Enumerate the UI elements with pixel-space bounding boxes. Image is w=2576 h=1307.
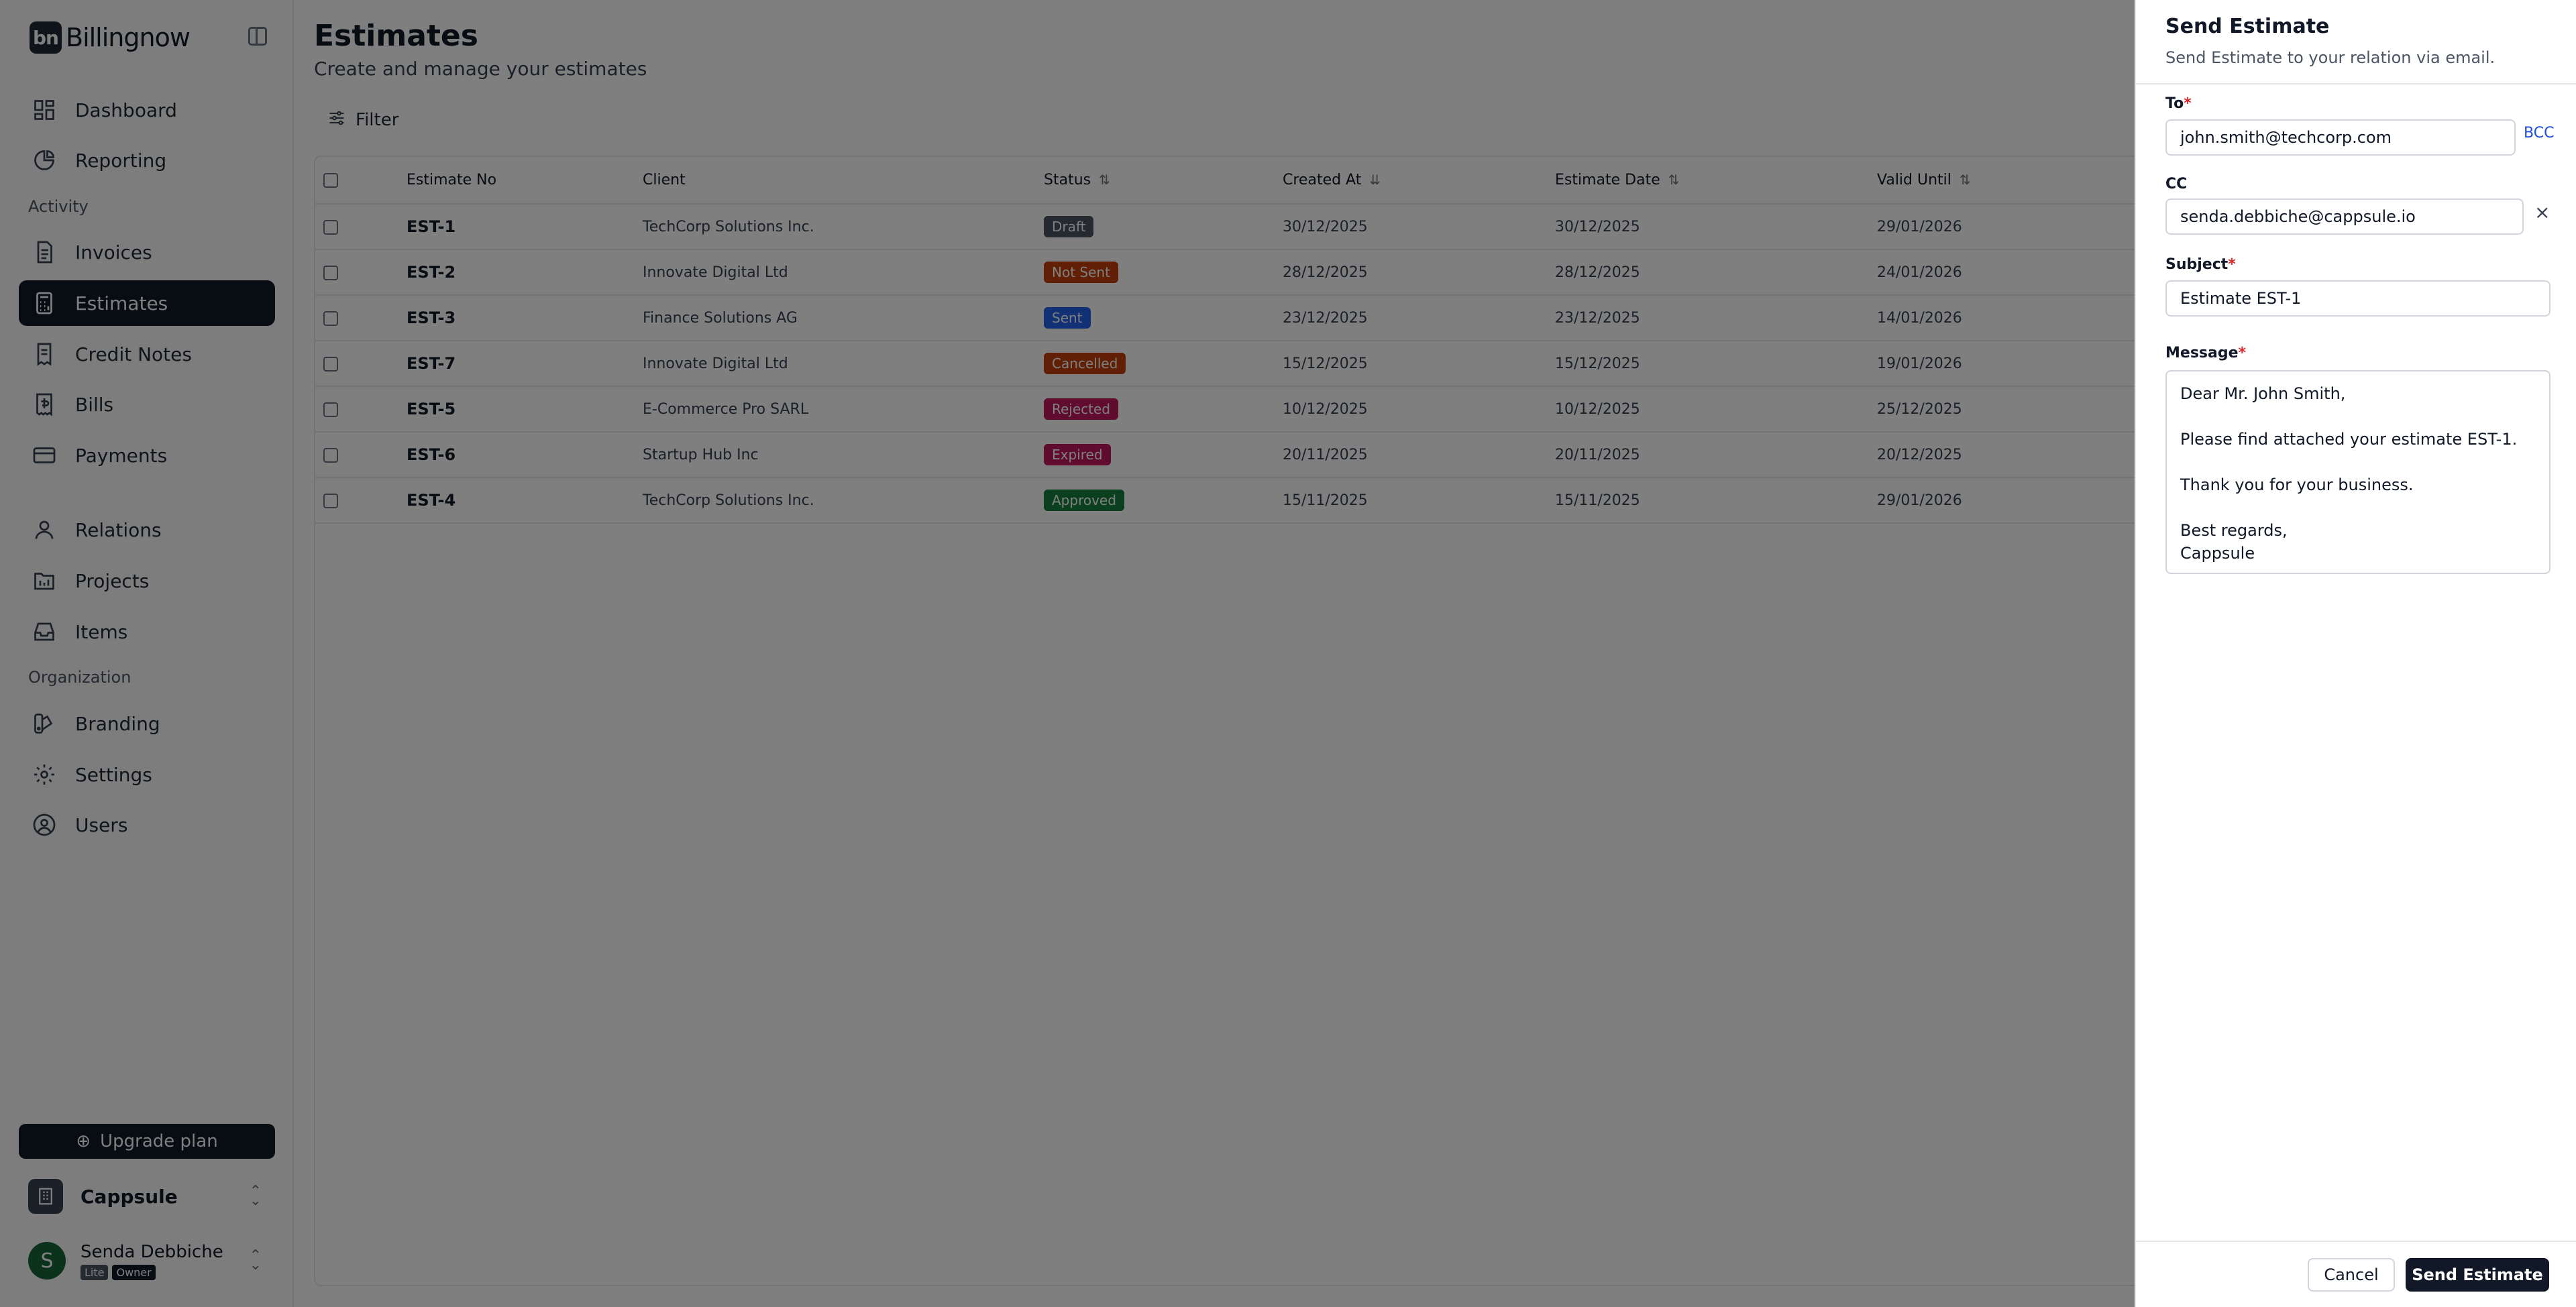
divider	[2136, 1241, 2576, 1242]
subject-label: Subject*	[2165, 256, 2236, 273]
send-estimate-button[interactable]: Send Estimate	[2406, 1258, 2549, 1292]
bcc-toggle-link[interactable]: BCC	[2524, 125, 2554, 141]
subject-field[interactable]: Estimate EST-1	[2165, 280, 2551, 317]
message-label: Message*	[2165, 345, 2247, 361]
message-textarea[interactable]: Dear Mr. John Smith, Please find attache…	[2165, 370, 2551, 574]
close-icon[interactable]: ×	[2534, 201, 2550, 223]
drawer-title: Send Estimate	[2165, 15, 2330, 38]
to-label: To*	[2165, 95, 2192, 112]
drawer-subtitle: Send Estimate to your relation via email…	[2165, 48, 2496, 67]
to-field[interactable]: john.smith@techcorp.com	[2165, 119, 2516, 156]
cc-field[interactable]: senda.debbiche@cappsule.io	[2165, 198, 2524, 235]
divider	[2136, 83, 2576, 84]
send-estimate-drawer: Send Estimate Send Estimate to your rela…	[2135, 0, 2576, 1307]
cancel-button[interactable]: Cancel	[2308, 1258, 2395, 1292]
label-text: Message	[2165, 345, 2239, 361]
label-text: To	[2165, 95, 2184, 112]
cc-label: CC	[2165, 176, 2188, 192]
label-text: Subject	[2165, 256, 2229, 273]
